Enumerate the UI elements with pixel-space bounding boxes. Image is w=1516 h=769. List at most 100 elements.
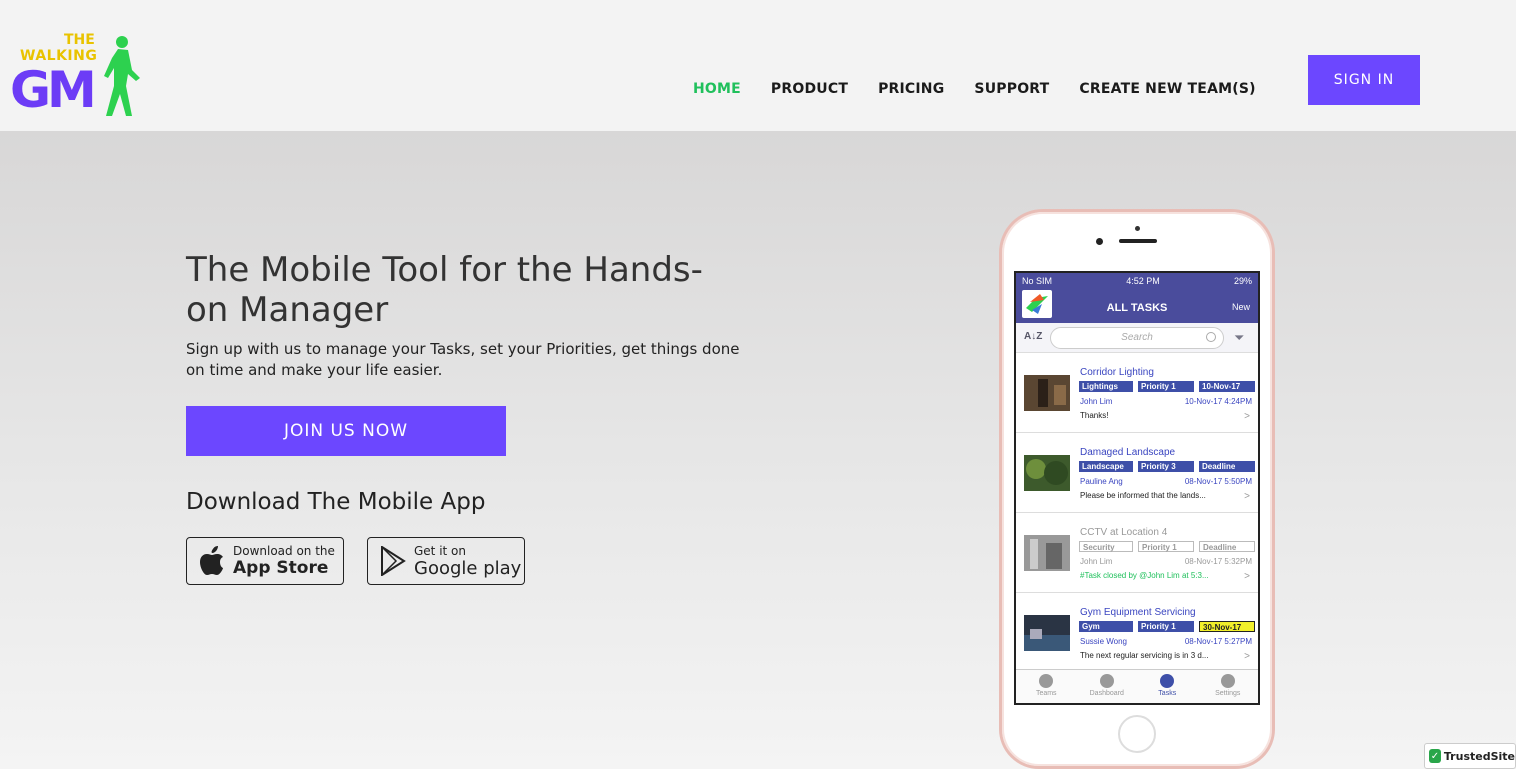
status-carrier: No SIM <box>1022 276 1053 286</box>
task-tags: Gym Priority 1 30-Nov-17 <box>1079 621 1255 632</box>
google-play-big: Google play <box>414 557 522 579</box>
search-icon <box>1206 332 1216 342</box>
new-task-button[interactable]: New <box>1232 302 1250 312</box>
task-tag: Lightings <box>1079 381 1133 392</box>
task-time: 08-Nov-17 5:32PM <box>1184 557 1252 566</box>
task-thumbnail <box>1024 615 1070 651</box>
google-play-small: Get it on <box>414 543 467 558</box>
status-time: 4:52 PM <box>1126 276 1160 286</box>
join-us-button[interactable]: JOIN US NOW <box>186 406 506 456</box>
tab-settings[interactable]: Settings <box>1198 670 1259 703</box>
tab-teams[interactable]: Teams <box>1016 670 1077 703</box>
chevron-right-icon: > <box>1244 411 1250 422</box>
task-tag: Priority 1 <box>1138 621 1194 632</box>
logo-gm: GM <box>10 61 97 119</box>
walking-gm-logo[interactable]: THE WALKING GM <box>10 30 150 120</box>
nav-create-team[interactable]: CREATE NEW TEAM(S) <box>1079 81 1255 97</box>
task-assignee: Sussie Wong <box>1080 637 1127 646</box>
task-title: CCTV at Location 4 <box>1080 527 1168 538</box>
task-row[interactable]: Corridor Lighting Lightings Priority 1 1… <box>1016 353 1258 433</box>
app-store-small: Download on the <box>233 544 335 558</box>
task-tag: Landscape <box>1079 461 1133 472</box>
chevron-right-icon: > <box>1244 651 1250 662</box>
phone-sensor <box>1135 226 1140 231</box>
phone-home-button <box>1118 715 1156 753</box>
teams-icon <box>1039 674 1054 688</box>
task-thumbnail <box>1024 455 1070 491</box>
task-search-input[interactable]: Search <box>1050 327 1224 349</box>
app-store-big: App Store <box>233 558 329 578</box>
task-time: 08-Nov-17 5:27PM <box>1184 637 1252 646</box>
hero-headline: The Mobile Tool for the Hands-on Manager <box>186 250 703 330</box>
apple-icon <box>197 546 227 576</box>
chevron-right-icon: > <box>1244 491 1250 502</box>
search-row: A↓Z Search ⏷ <box>1016 323 1258 353</box>
task-tag: Priority 1 <box>1138 541 1194 552</box>
task-tags: Landscape Priority 3 Deadline <box>1079 461 1255 472</box>
task-time: 08-Nov-17 5:50PM <box>1184 477 1252 486</box>
walking-man-icon <box>104 36 140 116</box>
task-tag: 30-Nov-17 <box>1199 621 1255 632</box>
task-assignee: John Lim <box>1080 397 1113 406</box>
app-tab-bar: Teams Dashboard Tasks Settings <box>1016 669 1258 703</box>
task-tag: Priority 1 <box>1138 381 1194 392</box>
task-row[interactable]: CCTV at Location 4 Security Priority 1 D… <box>1016 513 1258 593</box>
nav-home[interactable]: HOME <box>693 81 741 97</box>
nav-pricing[interactable]: PRICING <box>878 81 944 97</box>
sort-az-icon[interactable]: A↓Z <box>1024 331 1042 342</box>
task-time: 10-Nov-17 4:24PM <box>1184 397 1252 406</box>
settings-icon <box>1220 674 1235 688</box>
trustedsite-badge[interactable]: ✓ TrustedSite <box>1424 743 1516 769</box>
nav-support[interactable]: SUPPORT <box>974 81 1049 97</box>
phone-speaker <box>1119 239 1157 243</box>
trustedsite-label: TrustedSite <box>1443 749 1515 763</box>
task-assignee: John Lim <box>1080 557 1113 566</box>
phone-camera <box>1096 238 1103 245</box>
task-tag: 10-Nov-17 <box>1199 381 1255 392</box>
task-tag: Priority 3 <box>1138 461 1194 472</box>
task-message: #Task closed by @John Lim at 5:3... <box>1080 571 1209 580</box>
task-tags: Security Priority 1 Deadline <box>1079 541 1255 552</box>
chevron-right-icon: > <box>1244 571 1250 582</box>
tab-tasks[interactable]: Tasks <box>1137 670 1198 703</box>
google-play-badge[interactable]: Get it on Google play <box>367 537 525 585</box>
task-title: Damaged Landscape <box>1080 447 1176 458</box>
logo-the: THE <box>64 32 95 48</box>
task-thumbnail <box>1024 375 1070 411</box>
task-message: The next regular servicing is in 3 d... <box>1080 651 1209 660</box>
status-battery: 29% <box>1233 276 1252 286</box>
task-message: Thanks! <box>1080 411 1109 420</box>
task-tag: Deadline <box>1199 541 1255 552</box>
task-row[interactable]: Gym Equipment Servicing Gym Priority 1 3… <box>1016 593 1258 673</box>
tab-dashboard[interactable]: Dashboard <box>1077 670 1138 703</box>
task-tags: Lightings Priority 1 10-Nov-17 <box>1079 381 1255 392</box>
tab-label: Teams <box>1035 690 1057 697</box>
app-store-badge[interactable]: Download on the App Store <box>186 537 344 585</box>
task-tag: Security <box>1079 541 1133 552</box>
hero-subtext: Sign up with us to manage your Tasks, se… <box>186 340 740 379</box>
sign-in-button[interactable]: SIGN IN <box>1308 55 1420 105</box>
tab-label: Dashboard <box>1089 690 1124 697</box>
tab-label: Tasks <box>1158 690 1177 697</box>
download-title: Download The Mobile App <box>186 489 486 515</box>
filter-icon[interactable]: ⏷ <box>1234 330 1244 346</box>
app-title: ALL TASKS <box>1106 302 1168 314</box>
main-nav: HOME PRODUCT PRICING SUPPORT CREATE NEW … <box>693 81 1286 97</box>
task-tag: Deadline <box>1199 461 1255 472</box>
task-tag: Gym <box>1079 621 1133 632</box>
task-message: Please be informed that the lands... <box>1080 491 1206 500</box>
site-header: THE WALKING GM HOME PRODUCT PRICING SUPP… <box>0 0 1516 131</box>
check-icon: ✓ <box>1429 749 1441 763</box>
dashboard-icon <box>1099 674 1114 688</box>
phone-screen: No SIM 4:52 PM 29% ALL TASKS New A↓Z Sea… <box>1014 271 1260 705</box>
tab-label: Settings <box>1215 690 1241 697</box>
phone-status-bar: No SIM 4:52 PM 29% <box>1016 273 1258 289</box>
task-title: Corridor Lighting <box>1080 367 1154 378</box>
task-assignee: Pauline Ang <box>1080 477 1123 486</box>
task-title: Gym Equipment Servicing <box>1080 607 1196 618</box>
nav-product[interactable]: PRODUCT <box>771 81 848 97</box>
app-title-bar: ALL TASKS New <box>1016 289 1258 323</box>
play-icon <box>378 546 408 576</box>
task-thumbnail <box>1024 535 1070 571</box>
task-row[interactable]: Damaged Landscape Landscape Priority 3 D… <box>1016 433 1258 513</box>
